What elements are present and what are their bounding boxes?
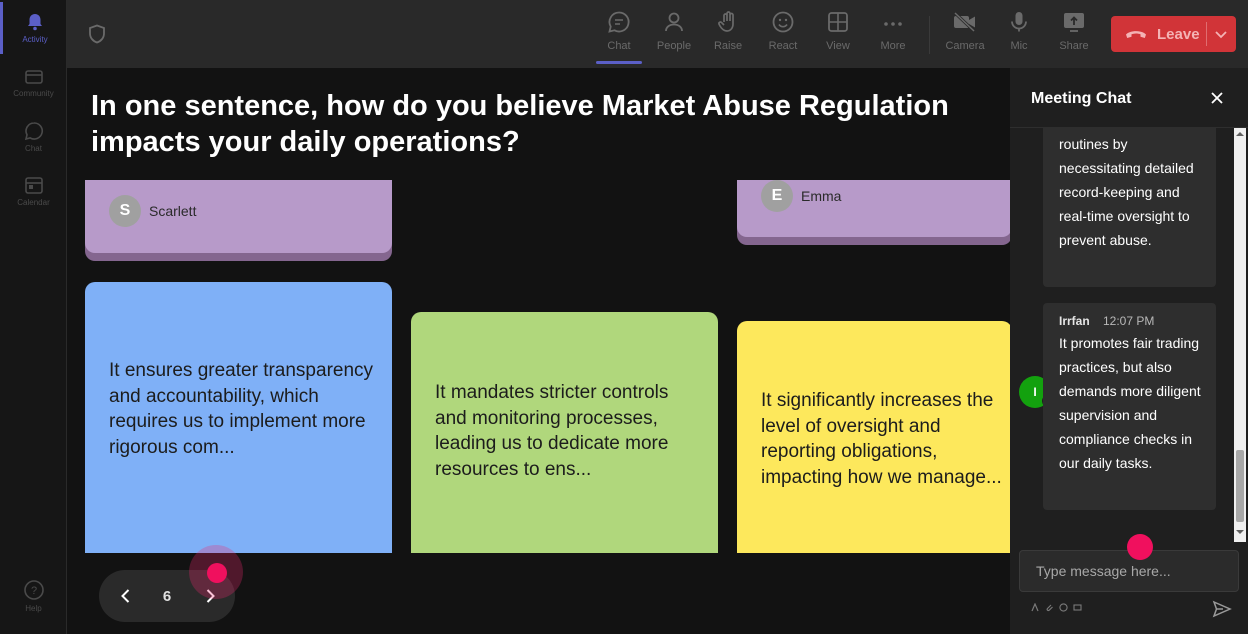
rail-item-help[interactable]: ? Help [0,570,67,622]
rail-item-label: Help [25,604,42,613]
chat-scrollbar[interactable] [1234,128,1246,542]
avatar: S [109,195,141,227]
chat-icon [608,11,630,33]
note-author: E Emma [761,180,841,212]
rail-item-label: Activity [22,35,48,44]
svg-text:?: ? [30,585,36,597]
question-title: In one sentence, how do you believe Mark… [91,90,949,158]
more-dots-icon [884,22,902,26]
sticky-note[interactable]: It mandates stricter controls and monito… [411,312,718,553]
toolbar-button-label: React [768,40,798,52]
message-text: It promotes fair trading practices, but … [1059,335,1201,471]
scrollbar-thumb[interactable] [1236,450,1244,522]
toolbar-button-label: Mic [1010,40,1028,52]
arrow-up-icon[interactable] [1236,130,1244,138]
shield-icon[interactable] [88,24,106,44]
toolbar-share-button[interactable]: Share [1049,10,1099,62]
sticky-note[interactable]: It significantly increases the level of … [737,321,1010,553]
author-name: Emma [801,188,842,204]
chevron-left-icon[interactable] [117,587,135,605]
format-toolbar [1031,603,1082,612]
meeting-app: Activity Community Chat Calendar ? Help … [0,0,1248,634]
attach-icon[interactable] [1045,603,1054,612]
sticky-note-emma[interactable]: E Emma [737,180,1010,237]
toolbar-button-label: Chat [607,40,631,52]
pointer-dot [207,563,227,583]
format-text-icon[interactable] [1031,603,1040,612]
active-tab-indicator [596,61,642,64]
rail-item-activity[interactable]: Activity [0,2,67,54]
chat-title: Meeting Chat [1031,90,1132,107]
share-icon [1064,13,1084,32]
page-number: 6 [162,588,172,605]
note-text: It ensures greater transparency and acco… [109,360,374,458]
chat-message: routines by necessitating detailed recor… [1043,128,1216,287]
toolbar-button-label: More [880,40,906,52]
toolbar-react-button[interactable]: React [758,10,808,62]
toolbar-people-button[interactable]: People [649,10,699,62]
author-name: Scarlett [149,203,197,219]
smile-icon [772,11,794,33]
toolbar-view-button[interactable]: View [813,10,863,62]
message-text: routines by necessitating detailed recor… [1059,136,1194,248]
note-text: It significantly increases the level of … [761,390,1002,488]
community-icon [24,70,43,84]
toolbar-button-label: Camera [945,40,985,52]
toolbar-button-label: Raise [713,40,743,52]
close-icon[interactable] [1209,90,1225,106]
leave-button-label: Leave [1157,25,1200,43]
sticky-note-scarlett[interactable]: S Scarlett [85,180,392,253]
message-author: Irrfan [1059,314,1090,328]
raise-hand-icon [718,11,734,32]
rail-item-chat[interactable]: Chat [0,111,67,163]
toolbar-raise-button[interactable]: Raise [703,10,753,62]
camera-off-icon [953,11,976,33]
rail-item-label: Calendar [17,198,50,207]
phone-hangup-icon [1126,31,1146,38]
chat-message: Irrfan 12:07 PM It promotes fair trading… [1043,303,1216,510]
chat-message-list[interactable]: routines by necessitating detailed recor… [1010,128,1248,542]
toolbar-separator [929,16,930,54]
whiteboard-stage: In one sentence, how do you believe Mark… [67,68,1010,634]
chevron-down-icon[interactable] [1213,26,1229,42]
mic-icon [1011,12,1027,32]
chat-icon [24,122,43,141]
toolbar-button-label: People [656,40,692,52]
sticky-note[interactable]: It ensures greater transparency and acco… [85,282,392,553]
calendar-icon [24,177,43,194]
rail-item-community[interactable]: Community [0,57,67,109]
leave-button-divider [1206,22,1207,46]
toolbar-button-label: Share [1059,40,1089,52]
note-author: S Scarlett [109,195,196,227]
rail-item-label: Community [13,89,54,98]
toolbar-more-button[interactable]: More [868,10,918,62]
meeting-toolbar: Chat People Raise React View More Camera [67,0,1248,68]
meeting-chat-panel: Meeting Chat routines by necessitating d… [1010,68,1248,634]
send-icon[interactable] [1212,599,1232,619]
rail-item-label: Chat [25,144,42,153]
help-icon: ? [23,580,44,600]
arrow-down-icon[interactable] [1236,528,1244,536]
rail-item-calendar[interactable]: Calendar [0,165,67,217]
chat-header: Meeting Chat [1010,68,1248,128]
toolbar-mic-button[interactable]: Mic [994,10,1044,62]
chat-message-input[interactable] [1019,550,1239,592]
leave-button[interactable]: Leave [1111,16,1236,52]
pointer-dot [1127,534,1153,560]
toolbar-chat-button[interactable]: Chat [594,10,644,62]
bell-icon [28,14,42,31]
toolbar-button-label: View [826,40,850,52]
toolbar-camera-button[interactable]: Camera [940,10,990,62]
left-rail: Activity Community Chat Calendar ? Help [0,0,67,634]
note-text: It mandates stricter controls and monito… [435,382,669,480]
gif-icon[interactable] [1073,603,1082,612]
grid-view-icon [828,12,848,32]
people-icon [665,12,683,32]
avatar: E [761,180,793,212]
emoji-icon[interactable] [1059,603,1068,612]
message-timestamp: 12:07 PM [1103,314,1155,328]
